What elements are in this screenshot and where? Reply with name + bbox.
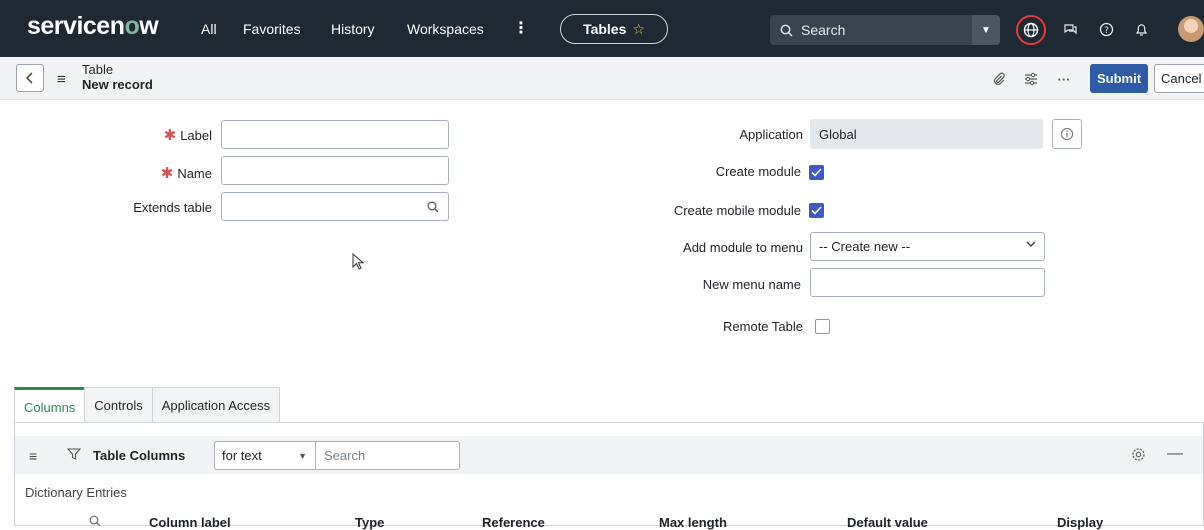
back-button[interactable] (16, 64, 44, 92)
global-search-input[interactable]: Search (770, 15, 972, 45)
chevron-left-icon (26, 72, 33, 84)
column-header-default-value[interactable]: Default value (847, 515, 928, 530)
column-header-column-label[interactable]: Column label (149, 515, 231, 530)
chevron-down-icon (1026, 240, 1036, 251)
create-module-checkbox[interactable] (809, 165, 824, 180)
search-placeholder: Search (801, 22, 846, 38)
extends-table-input[interactable] (221, 192, 419, 221)
application-label: Application (739, 127, 803, 142)
create-mobile-module-checkbox[interactable] (809, 203, 824, 218)
lookup-button[interactable] (418, 192, 449, 221)
extends-table-label: Extends table (133, 200, 212, 215)
column-search-icon[interactable] (89, 515, 101, 527)
star-icon[interactable]: ☆ (632, 21, 645, 38)
breadcrumb[interactable]: Dictionary Entries (25, 485, 127, 500)
list-context-menu-icon[interactable]: ≡ (29, 448, 37, 464)
nav-link-workspaces[interactable]: Workspaces (407, 21, 484, 37)
gear-icon[interactable] (1131, 447, 1146, 462)
column-header-reference[interactable]: Reference (482, 515, 545, 530)
chat-icon[interactable] (1060, 19, 1080, 39)
info-icon (1060, 127, 1074, 141)
tables-context-pill[interactable]: Tables ☆ (560, 14, 668, 44)
application-field: Global (810, 119, 1043, 149)
top-navigation-bar: servicenow All Favorites History Workspa… (0, 0, 1204, 57)
record-subtitle: New record (82, 77, 153, 92)
nav-link-history[interactable]: History (331, 21, 375, 37)
related-list-tabs: Columns Controls Application Access (14, 387, 281, 424)
remote-table-checkbox[interactable] (815, 319, 830, 334)
create-module-label: Create module (715, 164, 801, 179)
personalize-form-icon[interactable] (1022, 70, 1040, 88)
search-field-select[interactable]: for text ▼ (214, 441, 316, 470)
submit-button[interactable]: Submit (1090, 64, 1148, 93)
name-input[interactable] (221, 156, 449, 185)
collapse-list-icon[interactable]: — (1167, 445, 1183, 463)
search-icon (780, 24, 793, 36)
filter-funnel-icon[interactable] (67, 447, 81, 461)
application-info-button[interactable] (1052, 119, 1082, 149)
tab-columns[interactable]: Columns (14, 387, 86, 424)
table-columns-panel: ≡ Table Columns for text ▼ Search — Dict… (14, 422, 1204, 530)
user-avatar[interactable] (1178, 16, 1204, 42)
record-table-name: Table (82, 62, 114, 77)
help-icon[interactable]: ? (1096, 19, 1116, 39)
cancel-button[interactable]: Cancel (1154, 64, 1204, 93)
notifications-bell-icon[interactable] (1131, 19, 1151, 39)
tables-pill-label: Tables (583, 21, 627, 37)
label-field-label: ✱ Label (163, 127, 212, 144)
search-scope-dropdown[interactable]: ▼ (972, 15, 1000, 45)
list-toolbar: ≡ Table Columns for text ▼ Search — (15, 436, 1203, 474)
more-menu-icon[interactable]: ⋮ (513, 18, 529, 38)
dropdown-arrow-icon: ▼ (298, 451, 307, 461)
add-module-to-menu-select[interactable]: -- Create new -- (810, 232, 1045, 261)
column-header-type[interactable]: Type (355, 515, 384, 530)
add-module-selected-value: -- Create new -- (819, 239, 911, 254)
tab-controls[interactable]: Controls (84, 387, 153, 423)
tab-application-access[interactable]: Application Access (151, 387, 281, 423)
search-field-selected-value: for text (222, 448, 262, 463)
create-mobile-module-label: Create mobile module (673, 203, 801, 218)
name-field-label: ✱ Name (160, 165, 212, 182)
list-search-input[interactable]: Search (316, 441, 460, 470)
record-header: ≡ Table New record ··· Submit Cancel (0, 57, 1204, 100)
required-asterisk-icon: ✱ (163, 127, 177, 144)
search-icon (427, 201, 439, 212)
globe-icon[interactable] (1016, 15, 1046, 45)
remote-table-label: Remote Table (723, 319, 803, 334)
mouse-cursor-icon (352, 253, 365, 270)
checkmark-icon (811, 168, 822, 177)
form-context-menu-icon[interactable]: ≡ (57, 71, 66, 88)
column-header-max-length[interactable]: Max length (659, 515, 727, 530)
checkmark-icon (811, 206, 822, 215)
more-options-icon[interactable]: ··· (1055, 70, 1073, 88)
add-module-to-menu-label: Add module to menu (683, 240, 803, 255)
new-menu-name-input[interactable] (810, 268, 1045, 297)
attachment-paperclip-icon[interactable] (990, 70, 1008, 88)
column-header-display[interactable]: Display (1057, 515, 1103, 530)
svg-text:?: ? (1104, 26, 1109, 36)
servicenow-logo[interactable]: servicenow (27, 12, 159, 41)
nav-link-favorites[interactable]: Favorites (243, 21, 301, 37)
new-menu-name-label: New menu name (702, 277, 801, 292)
nav-link-all[interactable]: All (201, 21, 217, 37)
list-title: Table Columns (93, 448, 186, 463)
required-asterisk-icon: ✱ (160, 165, 174, 182)
label-input[interactable] (221, 120, 449, 149)
